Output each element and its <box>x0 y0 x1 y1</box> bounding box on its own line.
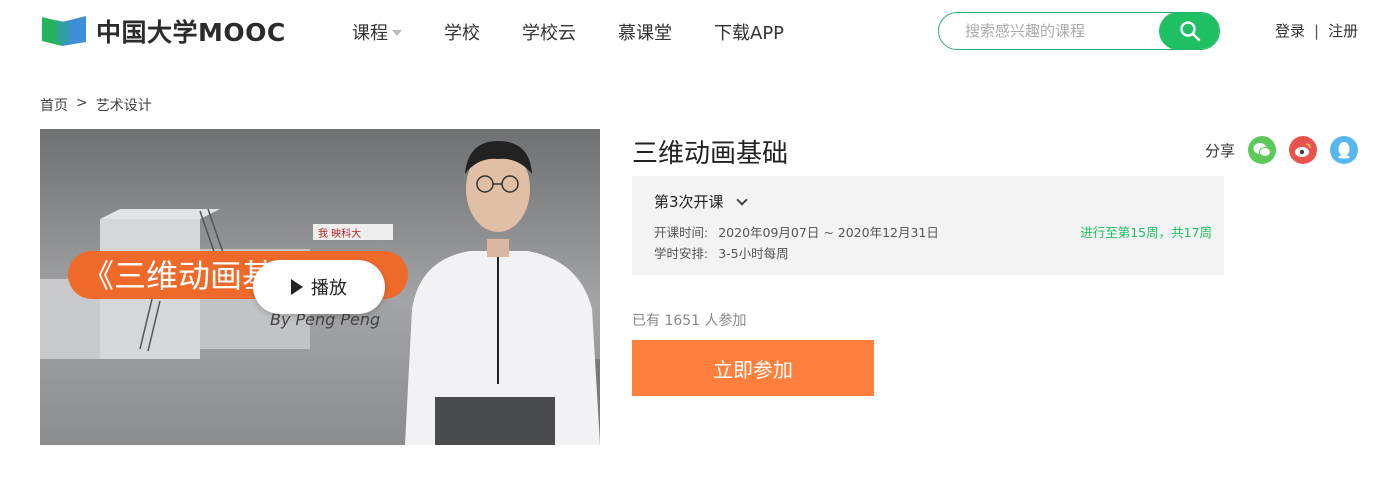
chevron-down-icon <box>735 193 748 206</box>
auth-links: 登录 | 注册 <box>1275 20 1358 41</box>
main-nav: 课程 学校 学校云 慕课堂 下载APP <box>352 19 826 45</box>
course-hours-row: 学时安排: 3-5小时每周 <box>654 243 789 262</box>
search-input[interactable] <box>939 13 1159 49</box>
course-time-label: 开课时间: <box>654 225 709 240</box>
caret-down-icon <box>392 30 402 36</box>
course-title: 三维动画基础 <box>632 139 789 169</box>
wechat-icon[interactable] <box>1248 136 1277 164</box>
course-hours-value: 3-5小时每周 <box>718 246 789 261</box>
breadcrumb-separator: > <box>76 95 88 111</box>
nav-item-label: 下载APP <box>714 23 785 44</box>
course-progress-status: 进行至第15周，共17周 <box>1080 225 1212 240</box>
login-link[interactable]: 登录 <box>1275 20 1305 41</box>
play-label: 播放 <box>311 278 347 299</box>
nav-item-label: 慕课堂 <box>618 23 672 44</box>
nav-item-school-cloud[interactable]: 学校云 <box>522 19 576 45</box>
breadcrumb: 首页 > 艺术设计 <box>40 95 152 115</box>
course-time-row: 开课时间: 2020年09月07日 ~ 2020年12月31日 <box>654 222 939 241</box>
play-icon <box>291 279 303 295</box>
share-bar: 分享 <box>1205 136 1359 164</box>
nav-item-courses[interactable]: 课程 <box>352 19 402 45</box>
logo-text: 中国大学MOOC <box>96 18 286 47</box>
search-button[interactable] <box>1159 13 1219 49</box>
breadcrumb-home[interactable]: 首页 <box>40 95 68 115</box>
join-course-button[interactable]: 立即参加 <box>632 340 874 396</box>
nav-item-label: 课程 <box>352 23 388 44</box>
nav-item-label: 学校云 <box>522 23 576 44</box>
course-video-player[interactable]: 《三维动画基础》 By Peng Peng 我 映科大 播放 <box>40 129 600 445</box>
term-selector[interactable]: 第3次开课 <box>654 191 748 212</box>
nav-item-schools[interactable]: 学校 <box>444 19 480 45</box>
video-badge: 我 映科大 <box>318 227 361 240</box>
nav-item-mooc-classroom[interactable]: 慕课堂 <box>618 19 672 45</box>
top-header: 中国大学MOOC 课程 学校 学校云 慕课堂 下载APP 登录 | <box>0 0 1400 62</box>
search-icon <box>1179 21 1200 42</box>
qq-icon[interactable] <box>1330 136 1359 164</box>
register-link[interactable]: 注册 <box>1328 20 1358 41</box>
breadcrumb-category[interactable]: 艺术设计 <box>96 95 152 115</box>
course-time-value: 2020年09月07日 ~ 2020年12月31日 <box>718 225 939 240</box>
enroll-count: 已有 1651 人参加 <box>632 313 747 329</box>
search-box <box>938 12 1220 50</box>
term-info-panel: 第3次开课 开课时间: 2020年09月07日 ~ 2020年12月31日 学时… <box>632 176 1224 275</box>
weibo-icon[interactable] <box>1289 136 1318 164</box>
auth-separator: | <box>1314 21 1320 40</box>
share-label: 分享 <box>1205 141 1236 160</box>
nav-item-download-app[interactable]: 下载APP <box>714 19 784 45</box>
course-hours-label: 学时安排: <box>654 246 709 261</box>
logo-icon <box>42 13 88 49</box>
term-label: 第3次开课 <box>654 193 724 211</box>
play-button[interactable]: 播放 <box>253 260 385 314</box>
site-logo[interactable]: 中国大学MOOC <box>42 13 286 49</box>
nav-item-label: 学校 <box>444 23 480 44</box>
